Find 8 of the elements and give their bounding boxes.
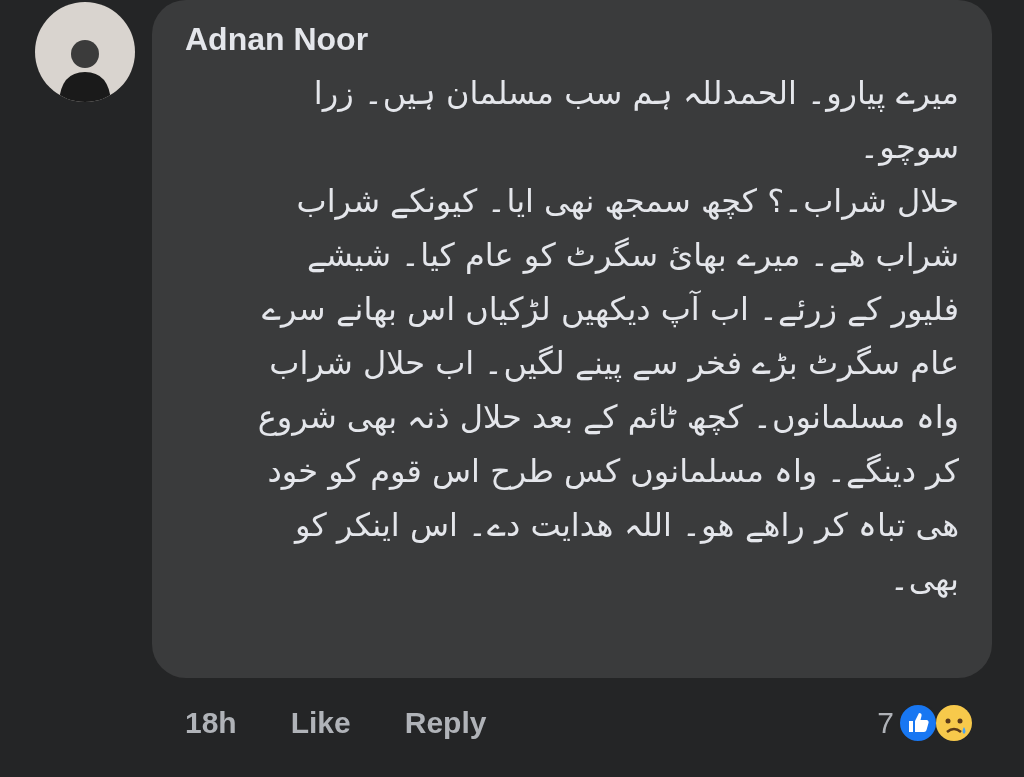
reaction-count: 7 [877, 705, 894, 741]
reply-link[interactable]: Reply [404, 700, 487, 745]
author-name[interactable]: Adnan Noor [185, 20, 959, 58]
like-link[interactable]: Like [290, 700, 351, 745]
comment-text: میرے پیارو۔ الحمدللہ ہم سب مسلمان ہیں۔ زرا سوچو۔ حلال شراب۔؟ کچھ سمجھ نھی ایا۔ کیونکے شراب شراب ھے۔ میرے بھائ سگرٹ کو عام کیا۔ شیشے فلیور کے زرئے۔ اب آپ دیکھیں لڑکیاں اس بھانے سرے عام سگرٹ بڑے فخر سے پینے لگیں۔ اب حلال شراب واہ مسلمانوں۔ کچھ ٹائم کے بعد حلال ذنہ بھی شروع کر دینگے۔ واہ مسلمانوں کس طرح اس قوم کو خود ھی تباہ کر راھے ھو۔ اللہ ھدایت دے۔ اس اینکر کو بھی۔ [256, 73, 959, 600]
sad-face-icon [934, 702, 974, 743]
thumbs-up-icon [898, 702, 938, 743]
comment-time: 18h [185, 705, 237, 741]
